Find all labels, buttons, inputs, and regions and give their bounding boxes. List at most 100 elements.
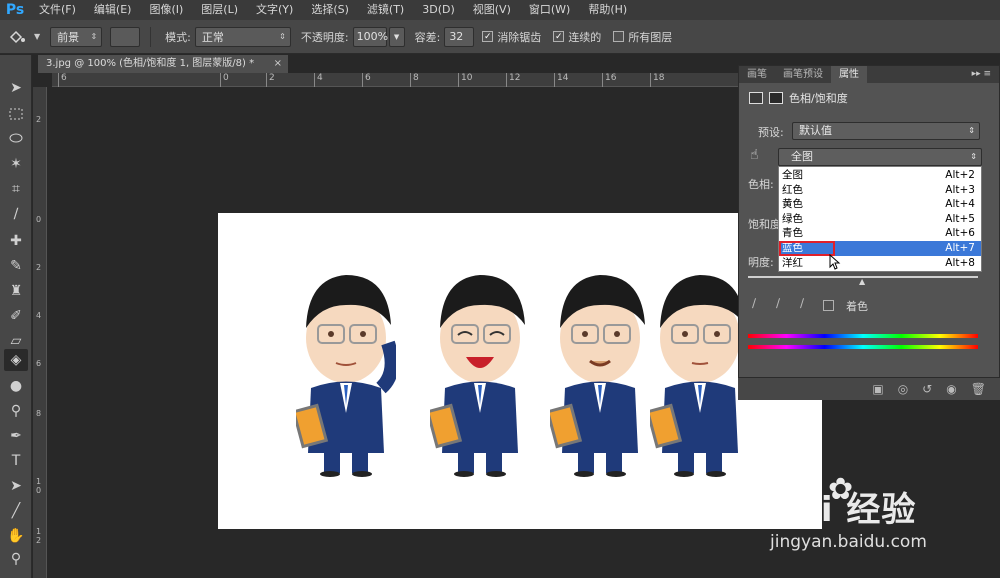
menu-filter[interactable]: 滤镜(T)	[358, 0, 413, 20]
chevron-updown-icon: ⇕	[90, 32, 98, 41]
contiguous-checkbox[interactable]: ✓	[553, 31, 565, 42]
dropdown-item-shortcut: Alt+5	[945, 212, 975, 225]
dropdown-item-label: 青色	[782, 227, 803, 240]
type-tool-icon[interactable]: T	[4, 450, 28, 472]
opacity-slider-button[interactable]: ▼	[388, 26, 405, 47]
photoshop-logo: Ps	[5, 2, 25, 18]
hue-label: 色相:	[748, 178, 774, 191]
ruler-label: 18	[650, 73, 664, 87]
menu-select[interactable]: 选择(S)	[302, 0, 358, 20]
brush-tool-icon[interactable]: ✎	[4, 255, 28, 277]
ruler-label: 16	[602, 73, 616, 87]
pen-tool-icon[interactable]: ✒	[4, 425, 28, 447]
blend-mode-select[interactable]: 正常 ⇕	[194, 26, 291, 47]
magic-wand-tool-icon[interactable]: ✶	[4, 153, 28, 175]
menu-edit[interactable]: 编辑(E)	[85, 0, 141, 20]
marquee-tool-icon[interactable]	[4, 103, 28, 125]
all-layers-checkbox[interactable]	[613, 31, 625, 42]
opacity-value: 100%	[356, 30, 389, 43]
close-icon[interactable]: ×	[274, 55, 282, 73]
tolerance-value: 32	[449, 30, 464, 43]
dropdown-item[interactable]: 绿色 Alt+5	[779, 212, 981, 227]
dropdown-item-label: 红色	[782, 183, 803, 196]
opacity-input[interactable]: 100%	[352, 26, 389, 47]
dropdown-item[interactable]: 青色 Alt+6	[779, 226, 981, 241]
visibility-eye-icon[interactable]: ◉	[946, 382, 956, 396]
menu-view[interactable]: 视图(V)	[464, 0, 520, 20]
dodge-tool-icon[interactable]: ⚲	[4, 400, 28, 422]
ruler-label: 1 2	[36, 527, 42, 545]
clone-stamp-tool-icon[interactable]: ♜	[4, 280, 28, 302]
view-previous-icon[interactable]: ◎	[898, 382, 908, 396]
lasso-tool-icon[interactable]	[4, 128, 28, 150]
hand-tool-icon[interactable]: ✋	[4, 525, 28, 547]
menu-type[interactable]: 文字(Y)	[247, 0, 302, 20]
cartoon-businessman-figure	[550, 275, 645, 477]
tolerance-input[interactable]: 32	[444, 26, 475, 47]
crop-tool-icon[interactable]: ⌗	[4, 178, 28, 200]
dropdown-item-shortcut: Alt+2	[945, 169, 975, 181]
tab-brush[interactable]: 画笔	[739, 66, 775, 83]
history-brush-tool-icon[interactable]: ✐	[4, 305, 28, 327]
dropdown-item-label: 黄色	[782, 198, 803, 211]
dropdown-item-label: 全图	[782, 169, 803, 181]
document-tab[interactable]: 3.jpg @ 100% (色相/饱和度 1, 图层蒙版/8) * ×	[38, 55, 288, 73]
menu-layer[interactable]: 图层(L)	[192, 0, 247, 20]
eyedropper-tool-icon[interactable]: ∕	[4, 203, 28, 225]
tab-brush-presets[interactable]: 画笔预设	[775, 66, 831, 83]
preset-select[interactable]: 默认值 ⇕	[792, 122, 980, 140]
ruler-label: 4	[36, 311, 42, 320]
panel-tab-strip: 画笔 画笔预设 属性 ▸▸ ≡	[739, 66, 999, 83]
dropdown-item[interactable]: 红色 Alt+3	[779, 183, 981, 198]
baidu-watermark: ✿ Bai 经验 jingyan.baidu.com	[770, 472, 990, 552]
paint-bucket-tool-icon[interactable]	[0, 29, 34, 45]
clip-to-layer-icon[interactable]: ▣	[872, 382, 883, 396]
slider-thumb-icon[interactable]: ▲	[859, 277, 865, 286]
chevron-down-icon: ▼	[393, 32, 400, 41]
menu-image[interactable]: 图像(I)	[140, 0, 192, 20]
ruler-label: 1 0	[36, 477, 42, 495]
move-tool-icon[interactable]: ➤	[4, 77, 28, 99]
preset-value: 默认值	[799, 124, 832, 137]
adjustment-header: 色相/饱和度	[749, 90, 848, 106]
colorize-checkbox[interactable]	[823, 300, 834, 311]
targeted-adjustment-hand-icon[interactable]: ☝	[750, 147, 759, 163]
eyedropper-plus-icon[interactable]: ∕	[776, 296, 780, 310]
healing-brush-tool-icon[interactable]: ✚	[4, 230, 28, 252]
eyedropper-icon[interactable]: ∕	[752, 296, 756, 310]
menu-help[interactable]: 帮助(H)	[579, 0, 636, 20]
ruler-label: 2	[266, 73, 275, 87]
ruler-label: 2	[36, 263, 42, 272]
color-spectrum-bar-top	[748, 334, 978, 338]
trash-icon[interactable]: 🗑	[971, 382, 986, 396]
ruler-label: 8	[410, 73, 419, 87]
fill-source-select[interactable]: 前景 ⇕	[50, 26, 103, 47]
reset-icon[interactable]: ↺	[922, 382, 932, 396]
layer-mask-icon[interactable]	[769, 92, 783, 104]
dropdown-item[interactable]: 黄色 Alt+4	[779, 197, 981, 212]
paint-bucket-tool-icon[interactable]: ◈	[4, 349, 28, 371]
adjustment-layer-icon	[749, 92, 763, 104]
eyedropper-minus-icon[interactable]: ∕	[800, 296, 804, 310]
panel-menu-icon[interactable]: ▸▸ ≡	[972, 66, 991, 83]
dropdown-item[interactable]: 洋红 Alt+8	[779, 256, 981, 271]
channel-dropdown-list: 全图 Alt+2 红色 Alt+3 黄色 Alt+4 绿色 Alt+5 青色 Alt+6 …	[778, 166, 982, 272]
antialias-checkbox[interactable]: ✓	[482, 31, 494, 42]
tab-properties[interactable]: 属性	[831, 66, 867, 83]
blur-tool-icon[interactable]: ●	[4, 375, 28, 397]
tool-preset-chevron-icon[interactable]: ▼	[34, 32, 40, 41]
line-tool-icon[interactable]: ╱	[4, 500, 28, 522]
menu-file[interactable]: 文件(F)	[30, 0, 85, 20]
menu-window[interactable]: 窗口(W)	[520, 0, 579, 20]
colorize-label: 着色	[846, 300, 868, 313]
path-selection-tool-icon[interactable]: ➤	[4, 475, 28, 497]
dropdown-item[interactable]: 全图 Alt+2	[779, 168, 981, 183]
document-canvas[interactable]	[218, 213, 822, 529]
zoom-tool-icon[interactable]: ⚲	[4, 548, 28, 570]
menu-3d[interactable]: 3D(D)	[413, 0, 464, 20]
ruler-horizontal: 6 0 2 4 6 8 10 12 14 16 18	[52, 73, 740, 87]
pattern-picker[interactable]	[110, 26, 141, 47]
adjustment-title: 色相/饱和度	[789, 92, 848, 105]
channel-select[interactable]: 全图 ⇕	[778, 148, 982, 166]
chevron-updown-icon: ⇕	[279, 32, 286, 41]
